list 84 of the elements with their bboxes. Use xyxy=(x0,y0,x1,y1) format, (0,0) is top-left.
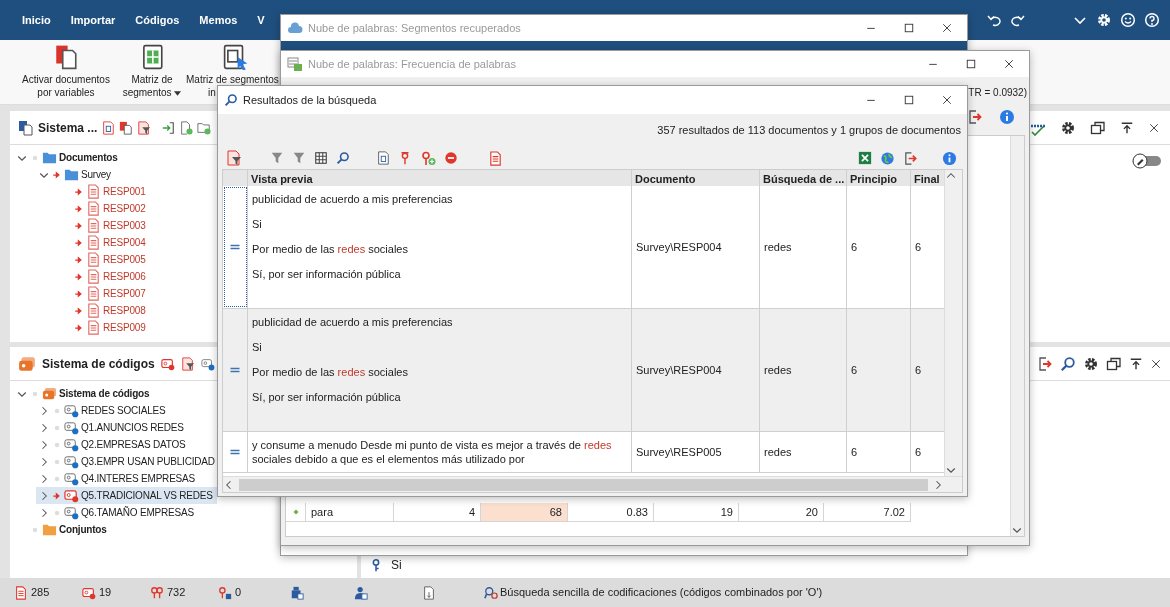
menu-tab[interactable]: Inicio xyxy=(22,9,51,31)
tree-item[interactable]: Q6.TAMAÑO EMPRESAS xyxy=(36,504,198,521)
tree-item[interactable]: Sistema de códigos xyxy=(14,385,154,402)
preview-text: Sí, por ser información pública xyxy=(252,267,402,281)
results-summary: 357 resultados de 113 documentos y 1 grupos de documentos xyxy=(657,123,961,138)
preview-text: publicidad de acuerdo a mis preferencias xyxy=(252,192,454,206)
tree-item[interactable]: Q1.ANUNCIOS REDES xyxy=(36,419,188,436)
table-cell-text: 6 xyxy=(851,444,859,460)
result-row[interactable]: y consume a menudo Desde mi punto de vista es mejor a través de redes sociales debido a que es el elementos más utilizado por Survey\RESP005 redes 6 6 xyxy=(223,432,944,473)
status-count: 0 xyxy=(235,585,242,601)
code-label[interactable]: Q5.TRADICIONAL VS REDES xyxy=(81,488,213,503)
tree-label[interactable]: RESP002 xyxy=(103,201,146,216)
preview-text: Por medio de las redes sociales xyxy=(252,242,409,256)
result-row[interactable]: publicidad de acuerdo a mis preferencias Si Por medio de las redes sociales Sí, por ser información pública Survey\RESP004 redes 6 6 xyxy=(223,309,944,432)
column-header[interactable]: Documento xyxy=(632,170,760,186)
tree-label[interactable]: RESP004 xyxy=(103,235,146,250)
code-label[interactable]: Q6.TAMAÑO EMPRESAS xyxy=(81,505,194,520)
column-header[interactable]: Final xyxy=(911,170,944,186)
table-cell-text: 6 xyxy=(915,362,923,378)
statistic-text: TR = 0.0932) xyxy=(968,86,1027,100)
table-cell: 0.83 xyxy=(568,503,654,522)
preview-text: Si xyxy=(252,340,263,354)
code-label[interactable]: Q2.EMPRESAS DATOS xyxy=(81,437,186,452)
column-header[interactable]: Búsqueda de ... xyxy=(760,170,847,186)
table-cell-text: 6 xyxy=(915,444,923,460)
table-cell-text: Survey\RESP004 xyxy=(636,239,723,255)
table-cell-text: redes xyxy=(764,444,793,460)
result-row[interactable]: publicidad de acuerdo a mis preferencias Si Por medio de las redes sociales Sí, por ser información pública Survey\RESP004 redes 6 6 xyxy=(223,186,944,309)
column-header[interactable]: Vista previa xyxy=(248,170,632,186)
code-label[interactable]: Q4.INTERES EMPRESAS xyxy=(81,471,195,486)
tree-item[interactable]: Q4.INTERES EMPRESAS xyxy=(36,470,199,487)
tree-label[interactable]: RESP005 xyxy=(103,252,146,267)
table-cell: 7.02 xyxy=(824,503,911,522)
status-count: 285 xyxy=(31,585,50,601)
table-cell-text: 6 xyxy=(851,239,859,255)
code-label[interactable]: Q1.ANUNCIOS REDES xyxy=(81,420,184,435)
code-label[interactable]: Q3.EMPR USAN PUBLICIDAD xyxy=(81,454,215,469)
tree-label[interactable]: Documentos xyxy=(59,150,118,165)
preview-text: Por medio de las redes sociales xyxy=(252,365,409,379)
preview-text: Sí, por ser información pública xyxy=(252,390,402,404)
preview-text: publicidad de acuerdo a mis preferencias xyxy=(252,315,454,329)
tree-item[interactable]: REDES SOCIALES xyxy=(36,402,170,419)
ribbon-button[interactable]: Matriz de segmentos xyxy=(124,44,180,99)
tree-label[interactable]: RESP006 xyxy=(103,269,146,284)
ribbon-button[interactable]: Activar documentos por variables xyxy=(14,44,118,99)
status-count: 19 xyxy=(99,585,112,601)
table-cell-text: 6 xyxy=(915,239,923,255)
table-cell-text: redes xyxy=(764,239,793,255)
table-cell-text: Survey\RESP004 xyxy=(636,362,723,378)
column-header[interactable]: Principio xyxy=(847,170,911,186)
segment-text: Si xyxy=(391,557,402,574)
tree-item[interactable]: Q5.TRADICIONAL VS REDES xyxy=(36,487,217,504)
table-cell: 19 xyxy=(654,503,739,522)
tree-item[interactable]: Conjuntos xyxy=(14,521,111,538)
tree-label[interactable]: RESP003 xyxy=(103,218,146,233)
menu-tab[interactable]: V xyxy=(257,9,265,31)
window-title: Nube de palabras: Frecuencia de palabras xyxy=(308,56,516,72)
window-title: Resultados de la búsqueda xyxy=(243,92,377,108)
code-label[interactable]: REDES SOCIALES xyxy=(81,403,166,418)
tree-item[interactable]: Q2.EMPRESAS DATOS xyxy=(36,436,190,453)
tree-item[interactable]: Q3.EMPR USAN PUBLICIDAD xyxy=(36,453,219,470)
table-cell: 68 xyxy=(481,503,568,522)
table-cell: 20 xyxy=(739,503,824,522)
tree-label[interactable]: RESP008 xyxy=(103,303,146,318)
window-title: Nube de palabras: Segmentos recuperados xyxy=(308,20,521,36)
tree-label[interactable]: RESP001 xyxy=(103,184,146,199)
tree-label[interactable]: RESP009 xyxy=(103,320,146,335)
menu-tab[interactable]: Códigos xyxy=(135,9,180,31)
panel-title: Sistema ... xyxy=(38,119,98,137)
status-message: Búsqueda sencilla de codificaciones (códigos combinados por 'O') xyxy=(500,585,823,601)
menu-tab[interactable]: Memos xyxy=(199,9,238,31)
tree-label[interactable]: Survey xyxy=(81,167,111,182)
table-cell-text: 6 xyxy=(851,362,859,378)
panel-title: Sistema de códigos xyxy=(42,355,155,373)
table-cell: para xyxy=(306,503,394,522)
tree-label[interactable]: RESP007 xyxy=(103,286,146,301)
table-cell-text: Survey\RESP005 xyxy=(636,444,723,460)
table-cell-text: redes xyxy=(764,362,793,378)
status-count: 732 xyxy=(167,585,186,601)
tree-label[interactable]: Conjuntos xyxy=(59,522,107,537)
code-label[interactable]: Sistema de códigos xyxy=(59,386,150,401)
preview-text: y consume a menudo Desde mi punto de vista es mejor a través de redes sociales debido a que es el elementos más utilizado por xyxy=(252,438,613,466)
menu-tab[interactable]: Importar xyxy=(70,9,116,31)
preview-text: Si xyxy=(252,217,263,231)
